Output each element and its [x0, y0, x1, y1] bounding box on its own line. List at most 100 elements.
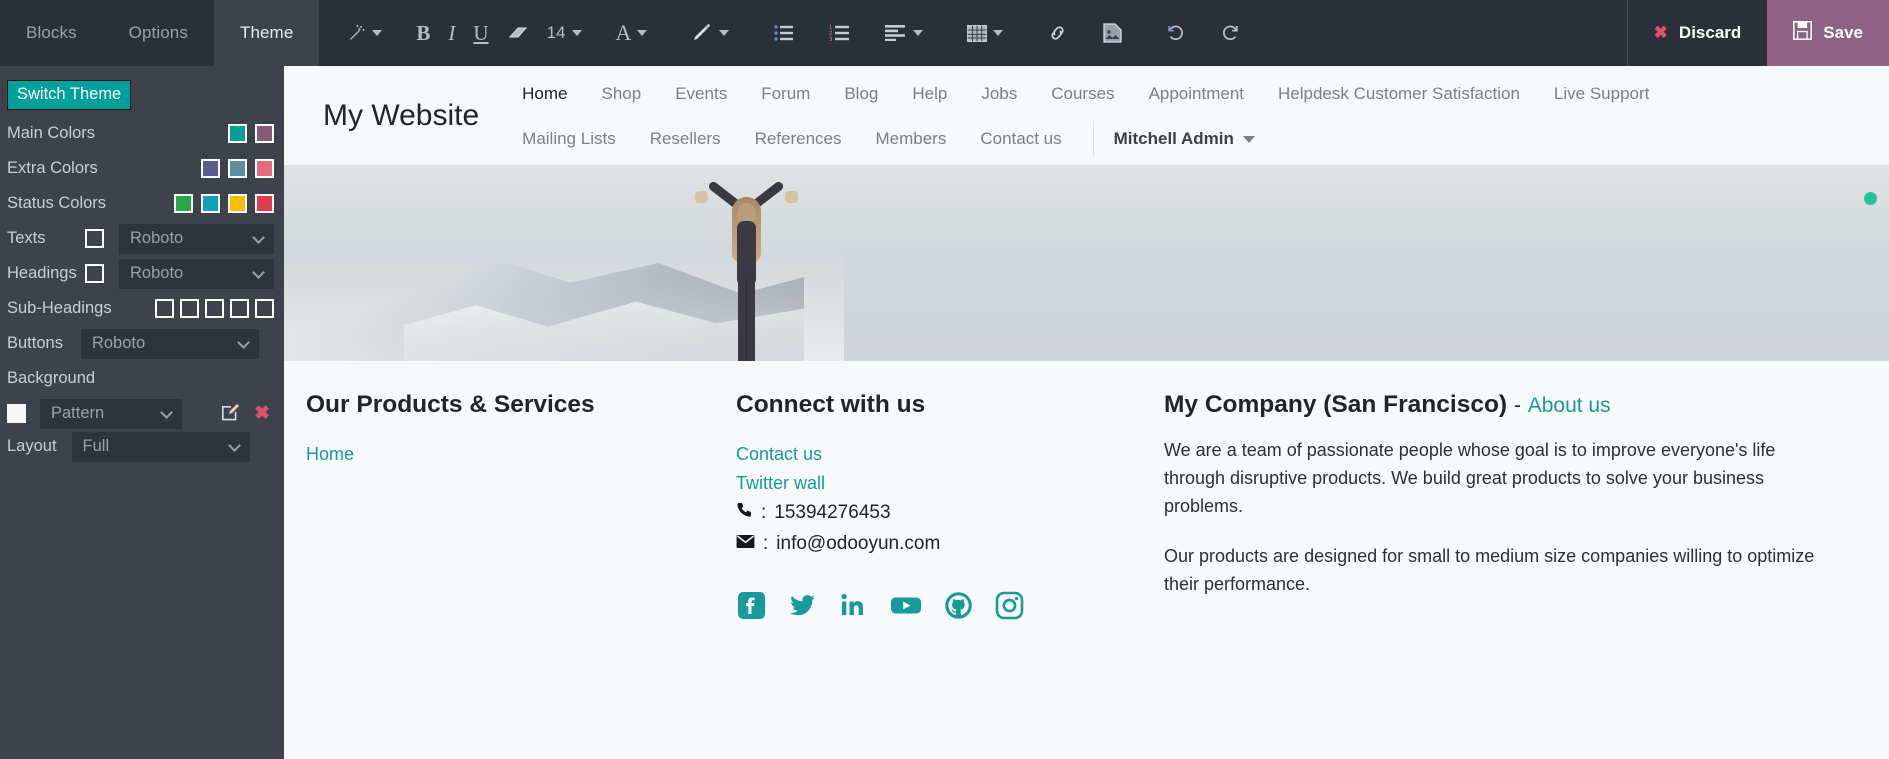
texts-checkbox[interactable] [85, 229, 104, 248]
magic-wand-icon [346, 23, 366, 43]
footer-link-home[interactable]: Home [306, 441, 692, 467]
floppy-disk-icon [1793, 21, 1813, 45]
link-button[interactable] [1038, 13, 1078, 53]
nav-item-members[interactable]: Members [859, 129, 964, 149]
color-swatch-main-1[interactable] [228, 124, 247, 143]
nav-item-shop[interactable]: Shop [585, 84, 659, 104]
eraser-icon [507, 24, 529, 42]
user-menu[interactable]: Mitchell Admin [1098, 129, 1271, 149]
background-color-swatch[interactable] [7, 404, 26, 423]
figure-legs [738, 278, 755, 361]
color-swatch-extra-2[interactable] [228, 159, 247, 178]
nav-item-home[interactable]: Home [505, 84, 584, 104]
bullet-list-button[interactable] [764, 13, 804, 53]
github-icon[interactable] [944, 591, 973, 620]
tab-blocks[interactable]: Blocks [0, 0, 103, 66]
chevron-down-icon [719, 30, 730, 36]
insert-image-button[interactable] [1094, 13, 1131, 53]
redo-button[interactable] [1211, 13, 1249, 53]
font-size-button[interactable]: 14 [538, 13, 591, 53]
sub-heading-checkbox-2[interactable] [180, 299, 199, 318]
sub-heading-checkbox-1[interactable] [155, 299, 174, 318]
headings-checkbox[interactable] [85, 264, 104, 283]
footer-link-twitter-wall[interactable]: Twitter wall [736, 470, 1120, 496]
nav-item-helpdesk-customer-satisfaction[interactable]: Helpdesk Customer Satisfaction [1261, 84, 1537, 104]
company-paragraph-1: We are a team of passionate people whose… [1164, 440, 1776, 516]
undo-button[interactable] [1157, 13, 1195, 53]
italic-button[interactable]: I [439, 13, 464, 53]
site-brand[interactable]: My Website [323, 99, 479, 133]
email-address: info@odooyun.com [776, 533, 941, 554]
footer-link-contact-us[interactable]: Contact us [736, 441, 1120, 467]
background-remove-button[interactable]: ✖ [254, 402, 270, 425]
nav-item-courses[interactable]: Courses [1034, 84, 1131, 104]
color-swatch-status-4[interactable] [255, 194, 274, 213]
layout-select[interactable]: Full [71, 431, 250, 462]
extra-colors-swatches [201, 159, 274, 178]
nav-divider [1092, 121, 1094, 157]
nav-item-contact-us[interactable]: Contact us [963, 129, 1078, 149]
save-button[interactable]: Save [1767, 0, 1889, 66]
bold-label: B [416, 20, 431, 45]
magic-wand-button[interactable] [337, 13, 391, 53]
nav-item-forum[interactable]: Forum [744, 84, 827, 104]
user-menu-label: Mitchell Admin [1113, 129, 1234, 148]
company-dash: - [1513, 394, 1521, 417]
background-controls-row: Pattern ✖ [0, 397, 284, 430]
footer-heading-connect: Connect with us [736, 391, 926, 418]
color-swatch-status-2[interactable] [201, 194, 220, 213]
sub-headings-checkboxes [155, 299, 274, 318]
texts-font-select[interactable]: Roboto [119, 223, 274, 254]
nav-item-blog[interactable]: Blog [827, 84, 895, 104]
color-swatch-extra-3[interactable] [255, 159, 274, 178]
sub-heading-checkbox-5[interactable] [255, 299, 274, 318]
color-swatch-status-3[interactable] [228, 194, 247, 213]
sub-heading-checkbox-4[interactable] [230, 299, 249, 318]
underline-button[interactable]: U [464, 13, 497, 53]
svg-text:3: 3 [829, 37, 833, 42]
company-paragraph-2: Our products are designed for small to m… [1164, 546, 1815, 594]
linkedin-icon[interactable] [839, 591, 868, 620]
color-swatch-status-1[interactable] [174, 194, 193, 213]
numbered-list-button[interactable]: 123 [820, 13, 860, 53]
hero-resize-handle[interactable] [1864, 192, 1877, 205]
nav-item-mailing-lists[interactable]: Mailing Lists [505, 129, 633, 149]
sub-heading-checkbox-3[interactable] [205, 299, 224, 318]
table-icon [967, 24, 988, 42]
nav-item-references[interactable]: References [738, 129, 859, 149]
extra-colors-label: Extra Colors [7, 159, 98, 177]
twitter-icon[interactable] [788, 591, 817, 620]
background-pattern-select[interactable]: Pattern [40, 398, 182, 429]
switch-theme-label: Switch Theme [17, 85, 122, 103]
discard-button[interactable]: ✖ Discard [1627, 0, 1768, 66]
color-swatch-extra-1[interactable] [201, 159, 220, 178]
sub-headings-row: Sub-Headings [0, 292, 284, 325]
texts-font-value: Roboto [130, 229, 184, 247]
background-edit-button[interactable] [221, 402, 240, 426]
tab-theme[interactable]: Theme [213, 0, 320, 66]
nav-item-help[interactable]: Help [895, 84, 964, 104]
youtube-icon[interactable] [890, 591, 922, 620]
facebook-icon[interactable] [737, 591, 766, 620]
clear-format-button[interactable] [498, 13, 538, 53]
bold-button[interactable]: B [407, 13, 439, 53]
tab-options[interactable]: Options [102, 0, 214, 66]
font-family-button[interactable]: A [607, 13, 657, 53]
nav-item-appointment[interactable]: Appointment [1132, 84, 1261, 104]
switch-theme-button[interactable]: Switch Theme [7, 80, 132, 110]
text-color-button[interactable] [682, 13, 738, 53]
buttons-font-select[interactable]: Roboto [80, 328, 259, 359]
footer-link-about-us[interactable]: About us [1528, 394, 1611, 417]
table-button[interactable] [958, 13, 1012, 53]
align-button[interactable] [876, 13, 932, 53]
headings-font-select[interactable]: Roboto [119, 258, 274, 289]
instagram-icon[interactable] [995, 591, 1024, 620]
nav-item-resellers[interactable]: Resellers [633, 129, 738, 149]
nav-item-live-support[interactable]: Live Support [1537, 84, 1666, 104]
footer-column-company: My Company (San Francisco) - About us We… [1142, 391, 1842, 759]
hero-banner[interactable] [284, 165, 1889, 361]
phone-number: 15394276453 [774, 502, 891, 523]
nav-item-jobs[interactable]: Jobs [964, 84, 1034, 104]
nav-item-events[interactable]: Events [658, 84, 744, 104]
color-swatch-main-2[interactable] [255, 124, 274, 143]
